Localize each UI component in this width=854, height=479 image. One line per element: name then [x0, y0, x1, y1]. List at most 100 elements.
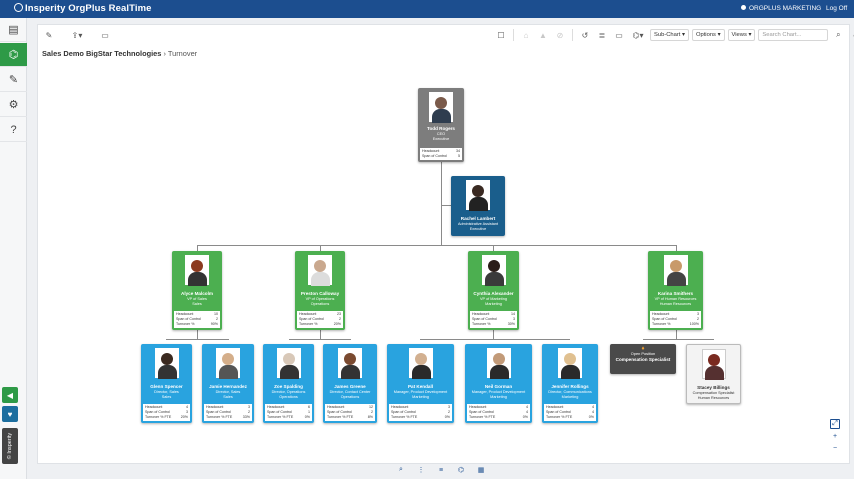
- card-name: Karina Smithers: [657, 291, 694, 296]
- card-name: Glenn Spencer: [150, 384, 183, 389]
- org-card-m7[interactable]: Jennifer Rollings Director, Communicatio…: [542, 344, 598, 423]
- search-input[interactable]: Search Chart...: [758, 29, 829, 41]
- zoom-in-icon[interactable]: +: [830, 431, 840, 441]
- avatar: [486, 348, 511, 379]
- org-card-vp-operations[interactable]: Preston Calloway VP of Operations Operat…: [295, 251, 345, 330]
- card-stats: Headcount 34 Span of Control 5: [420, 147, 462, 160]
- feedback-icon[interactable]: ♥: [2, 406, 18, 422]
- org-card-vp-marketing[interactable]: Cynthia Alexander VP of Marketing Market…: [468, 251, 519, 330]
- tree-icon[interactable]: ⋮: [416, 465, 426, 475]
- card-name: Zoe Spalding: [274, 384, 303, 389]
- select-icon[interactable]: ☐: [494, 28, 508, 42]
- zoom-controls: ⤢ + −: [829, 419, 841, 453]
- connector-line: [197, 245, 676, 246]
- org-card-m6[interactable]: Neil Gorman Manager, Product Development…: [465, 344, 532, 423]
- pencil-icon[interactable]: ✎: [42, 28, 56, 42]
- top-bar: Insperity OrgPlus RealTime ORGPLUS MARKE…: [0, 0, 854, 18]
- user-menu[interactable]: ORGPLUS MARKETING: [741, 5, 821, 12]
- card-dept: Human Resources: [659, 302, 692, 306]
- org-card-m2[interactable]: Jamie Hernandez Director, Sales Sales He…: [202, 344, 254, 423]
- card-stats: Headcount 3 Span of Control 2 Turnover % 10…: [650, 310, 701, 328]
- card-name: Jamie Hernandez: [209, 384, 247, 389]
- avatar: [308, 255, 332, 286]
- blocked-icon[interactable]: ⊘: [553, 28, 567, 42]
- org-card-vp-sales[interactable]: Alyce Malcolm VP of Sales Sales Headcoun…: [172, 251, 222, 330]
- card-stats: Headcount 3 Span of Control 2 Turnover % F…: [204, 403, 252, 421]
- card-dept: Operations: [310, 302, 330, 306]
- up-icon[interactable]: ▲: [536, 28, 550, 42]
- org-card-vp-hr[interactable]: Karina Smithers VP of Human Resources Hu…: [648, 251, 703, 330]
- card-dept: Sales: [192, 302, 202, 306]
- settings-icon[interactable]: ⚙: [0, 93, 27, 117]
- home-icon[interactable]: ⌂: [519, 28, 533, 42]
- subchart-dropdown[interactable]: Sub-Chart ▾: [650, 29, 689, 41]
- card-name: Stacey Billings: [697, 385, 730, 390]
- org-card-assistant[interactable]: Rachel Lambert Administrative Assistant …: [451, 176, 505, 236]
- card-dept: Marketing: [561, 395, 579, 399]
- card-stats: Headcount 4 Span of Control 3 Turnover % F…: [143, 403, 190, 421]
- grid-icon[interactable]: ▦: [476, 465, 486, 475]
- options-dropdown[interactable]: Options ▾: [691, 29, 725, 41]
- connector-line: [166, 339, 229, 340]
- connector-line: [441, 205, 451, 206]
- card-dept: Operations: [279, 395, 298, 399]
- avatar: [701, 349, 726, 380]
- card-stats: Headcount 4 Span of Control 4 Turnover % F…: [467, 403, 530, 421]
- card-name: Neil Gorman: [484, 384, 513, 389]
- find-icon[interactable]: ⌕: [396, 465, 406, 475]
- announce-icon[interactable]: ◀: [2, 387, 18, 403]
- connector-line: [441, 162, 442, 246]
- help-icon[interactable]: ?: [0, 118, 27, 142]
- org-card-m3[interactable]: Zoe Spalding Director, Operations Operat…: [263, 344, 314, 423]
- card-name: Rachel Lambert: [460, 216, 496, 221]
- export-icon[interactable]: ⇪▾: [66, 28, 88, 42]
- org-card-m4[interactable]: James Greene Director, Contact Center Op…: [323, 344, 377, 423]
- breadcrumb-separator: ›: [163, 49, 166, 58]
- card-dept: Sales: [161, 395, 172, 399]
- history-icon[interactable]: ↺: [578, 28, 592, 42]
- user-icon: [741, 5, 746, 10]
- org-card-m9[interactable]: Stacey Billings Compensation Specialist …: [686, 344, 741, 404]
- avatar: [408, 348, 433, 379]
- card-dept: Executive: [469, 227, 487, 231]
- card-stats: Headcount 3 Span of Control 2 Turnover % F…: [389, 403, 452, 421]
- avatar: [429, 92, 453, 123]
- logoff-link[interactable]: Log Off: [826, 5, 847, 12]
- card-name: James Greene: [334, 384, 366, 389]
- list-icon[interactable]: ≣: [595, 28, 609, 42]
- fit-icon[interactable]: ⤢: [830, 419, 840, 429]
- chevron-down-icon: ▾: [682, 32, 685, 38]
- org-chart-icon[interactable]: ⌬: [0, 43, 27, 67]
- layout-icon[interactable]: ⌬▾: [629, 28, 647, 42]
- org-card-m1[interactable]: Glenn Spencer Director, Sales Sales Head…: [141, 344, 192, 423]
- directory-icon[interactable]: ▤: [0, 18, 27, 42]
- card-stats: Headcount 4 Span of Control 4 Turnover % F…: [544, 403, 596, 421]
- org-card-open-position[interactable]: ♦ Open Position Compensation Specialist: [610, 344, 676, 374]
- window-icon[interactable]: ▭: [612, 28, 626, 42]
- zoom-out-icon[interactable]: −: [830, 443, 840, 453]
- breadcrumb: Sales Demo BigStar Technologies › Turnov…: [42, 49, 197, 58]
- card-name: Alyce Malcolm: [181, 291, 213, 296]
- org-card-ceo[interactable]: Todd Rogers CEO Executive Headcount 34 Sp…: [418, 88, 464, 162]
- card-stats: Headcount 10 Span of Control 2 Turnover % 9…: [174, 310, 220, 328]
- avatar: [466, 180, 490, 211]
- card-dept: Operations: [340, 395, 360, 399]
- avatar: [216, 348, 240, 379]
- list-view-icon[interactable]: ≡: [436, 465, 446, 475]
- views-dropdown[interactable]: Views ▾: [727, 29, 756, 41]
- app-title-text: Insperity OrgPlus RealTime: [25, 3, 152, 14]
- card-dept: Sales: [223, 395, 233, 399]
- search-icon[interactable]: ⌕: [831, 28, 845, 42]
- card-dept: Marketing: [412, 395, 429, 399]
- breadcrumb-chart[interactable]: Sales Demo BigStar Technologies: [42, 49, 161, 58]
- card-name: Todd Rogers: [427, 126, 455, 131]
- edit-icon[interactable]: ✎: [0, 68, 27, 92]
- hierarchy-icon[interactable]: ⌬: [456, 465, 466, 475]
- org-card-m5[interactable]: Pat Kendall Manager, Product Development…: [387, 344, 454, 423]
- print-icon[interactable]: ▭: [98, 28, 112, 42]
- card-dept: Marketing: [485, 302, 502, 306]
- insperity-logo-icon: [14, 3, 23, 12]
- app-title: Insperity OrgPlus RealTime: [14, 3, 152, 14]
- account-icon[interactable]: ●: [848, 28, 854, 42]
- breadcrumb-view: Turnover: [167, 49, 198, 58]
